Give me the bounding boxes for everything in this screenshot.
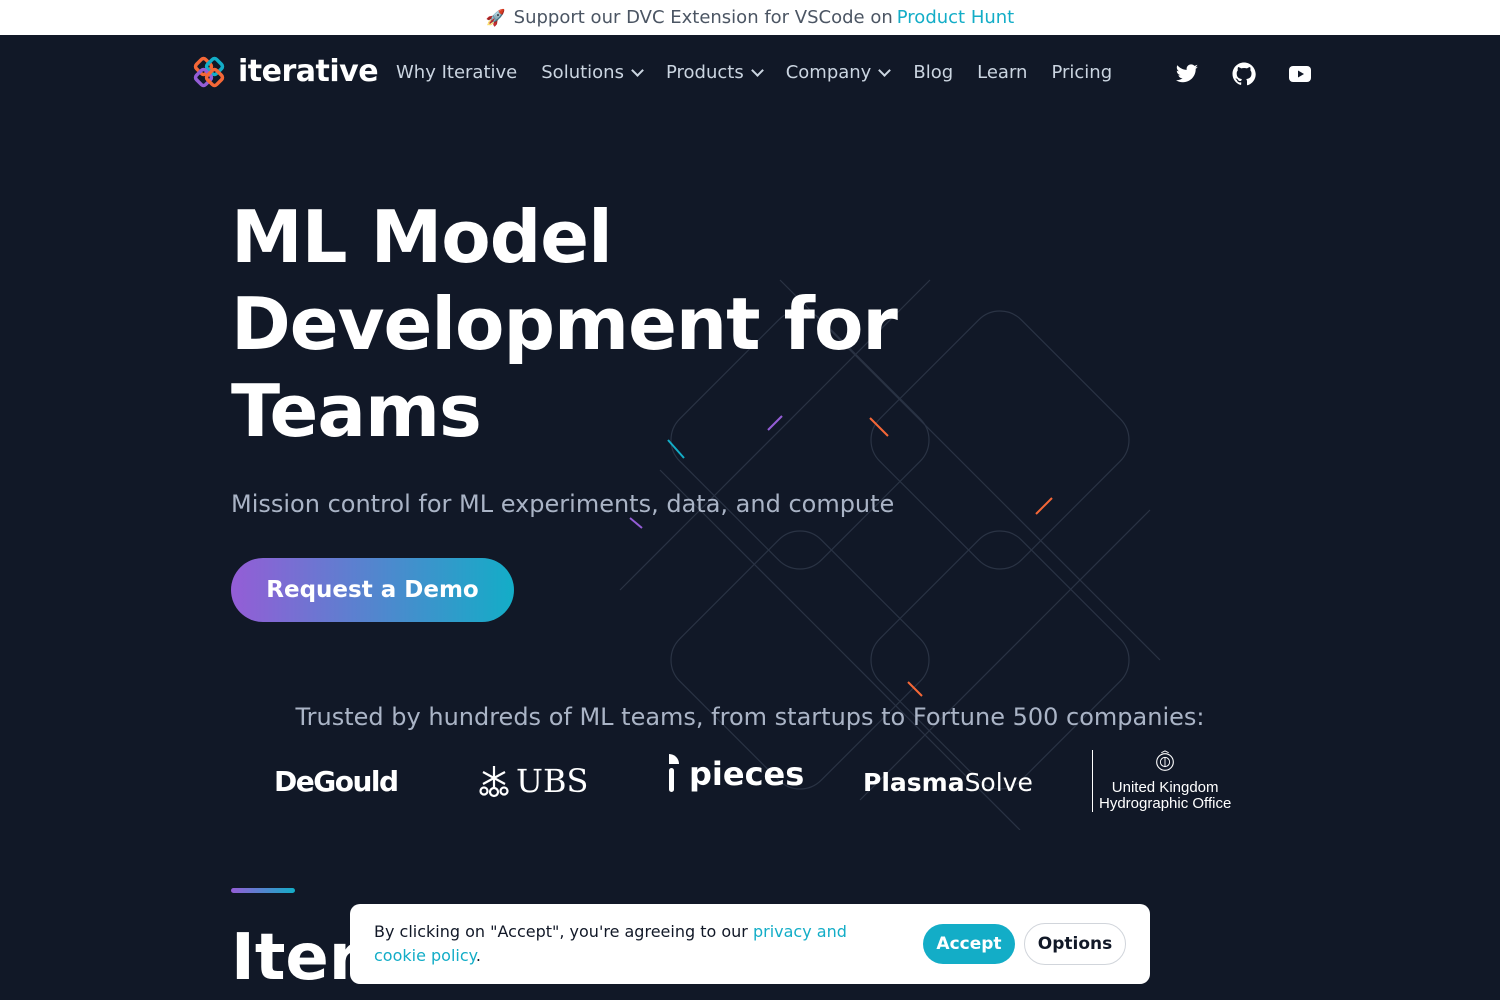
ubs-wordmark: UBS [516, 762, 589, 800]
nav-item-label: Blog [913, 62, 954, 83]
trusted-by-text: Trusted by hundreds of ML teams, from st… [295, 703, 1205, 731]
ukho-crest-icon [1156, 750, 1175, 771]
logo-wordmark: iterative [238, 54, 379, 89]
nav-item-why-iterative[interactable]: Why Iterative [396, 62, 517, 83]
pieces-mark-icon [669, 754, 679, 792]
github-icon[interactable] [1232, 62, 1256, 86]
section-accent-bar [231, 888, 295, 893]
hero-title-line: Development for [231, 282, 898, 366]
nav-item-company[interactable]: Company [785, 62, 892, 83]
degould-wordmark: DeGould [274, 765, 399, 798]
nav-item-pricing[interactable]: Pricing [1051, 62, 1112, 83]
youtube-icon[interactable] [1288, 62, 1312, 86]
plasmasolve-wordmark-bold: Plasma [863, 768, 965, 797]
cookie-consent-text: By clicking on "Accept", you're agreeing… [374, 920, 874, 968]
rocket-icon: 🚀 [485, 8, 506, 27]
degould-logo: DeGould [274, 765, 399, 798]
iterative-logo[interactable]: iterative [192, 54, 379, 89]
hero-subtitle: Mission control for ML experiments, data… [231, 490, 895, 518]
chevron-down-icon [878, 63, 892, 77]
cookie-consent-banner: By clicking on "Accept", you're agreeing… [350, 904, 1150, 984]
nav-item-label: Pricing [1051, 62, 1113, 83]
accept-button[interactable]: Accept [923, 924, 1015, 964]
plasmasolve-logo: Plasma Solve [863, 768, 1033, 797]
nav-item-label: Company [785, 62, 872, 83]
nav-item-solutions[interactable]: Solutions [541, 62, 644, 83]
chevron-down-icon [631, 63, 644, 77]
options-button[interactable]: Options [1024, 923, 1126, 965]
main-menu: Why Iterative Solutions Products Company… [396, 62, 1136, 83]
cookie-text-suffix: . [475, 946, 481, 965]
ukho-logo: United Kingdom Hydrographic Office [1092, 750, 1231, 812]
top-navigation: iterative Why Iterative Solutions Produc… [0, 35, 1500, 115]
hero-title-line: ML Model [231, 195, 613, 279]
nav-item-label: Why Iterative [396, 62, 518, 83]
ubs-logo: UBS [478, 762, 588, 800]
iterative-logo-icon [193, 56, 225, 87]
chevron-down-icon [750, 63, 764, 77]
hero-title-line: Teams [231, 369, 482, 453]
nav-item-label: Solutions [541, 62, 624, 83]
ukho-line2: Hydrographic Office [1099, 795, 1232, 812]
pieces-wordmark: pieces [689, 755, 805, 793]
hero-title: ML Model Development for Teams [231, 194, 931, 455]
nav-item-label: Learn [977, 62, 1028, 83]
ubs-keys-icon [479, 766, 509, 798]
announcement-bar: 🚀 Support our DVC Extension for VSCode o… [0, 0, 1500, 35]
announcement-text: Support our DVC Extension for VSCode on [513, 7, 893, 28]
nav-item-label: Products [665, 62, 744, 83]
nav-item-blog[interactable]: Blog [913, 62, 953, 83]
product-hunt-link[interactable]: Product Hunt [897, 7, 1014, 28]
plasmasolve-wordmark-light: Solve [964, 768, 1033, 797]
nav-item-learn[interactable]: Learn [977, 62, 1027, 83]
pieces-logo: pieces [665, 752, 804, 796]
cookie-text: By clicking on "Accept", you're agreeing… [374, 922, 753, 941]
ukho-line1: United Kingdom [1111, 779, 1219, 796]
nav-item-products[interactable]: Products [665, 62, 764, 83]
twitter-icon[interactable] [1175, 62, 1199, 86]
request-demo-button[interactable]: Request a Demo [231, 558, 514, 622]
